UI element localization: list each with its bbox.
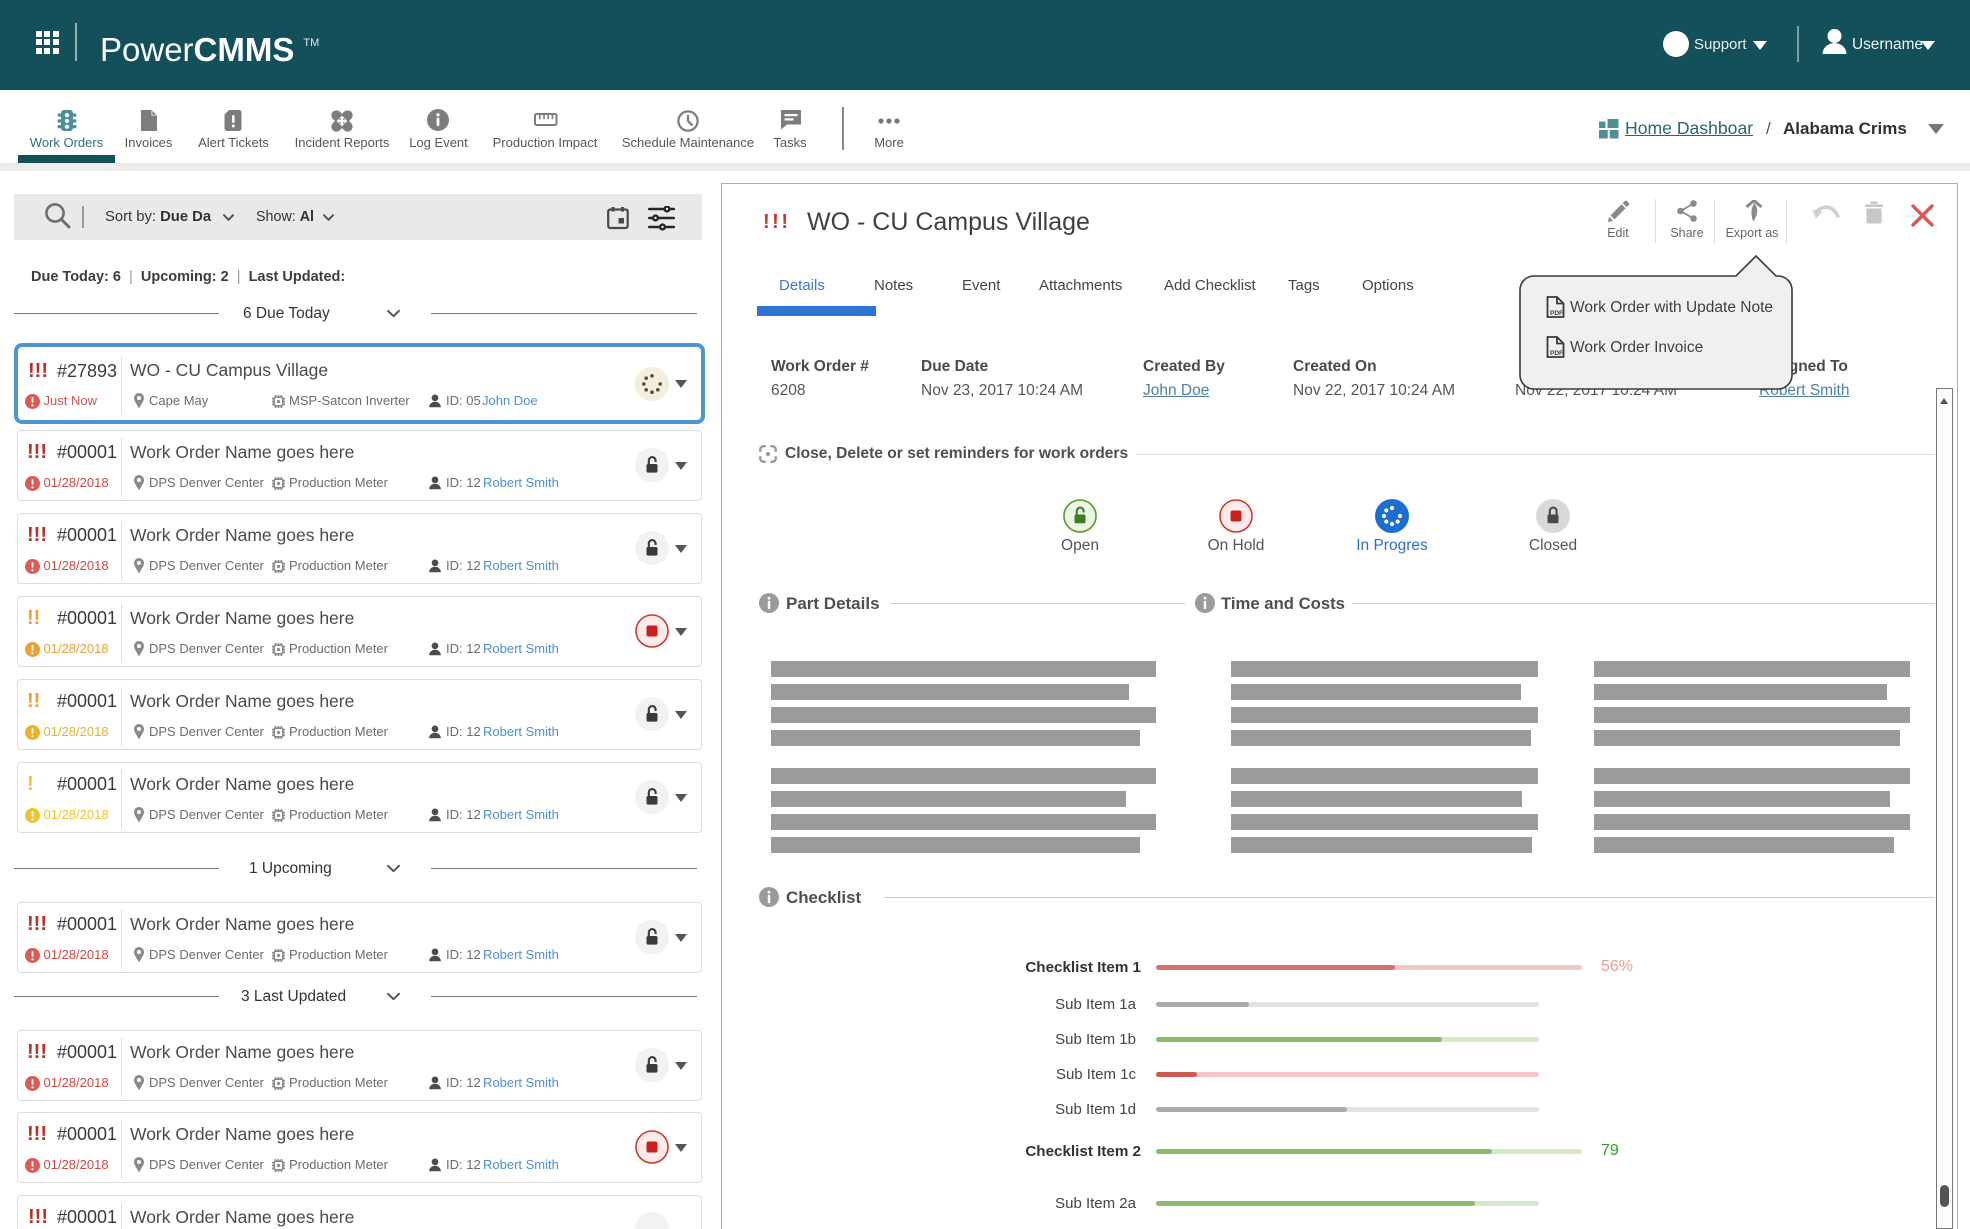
svg-text:PDF: PDF: [1550, 310, 1563, 317]
svg-text:PDF: PDF: [1550, 350, 1563, 357]
